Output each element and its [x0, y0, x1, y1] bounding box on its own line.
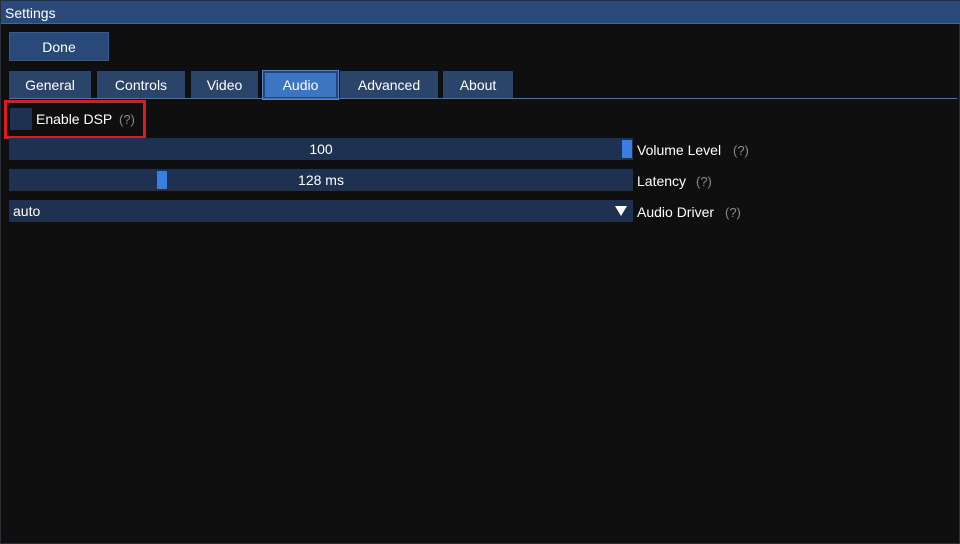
- enable-dsp-checkbox[interactable]: [10, 108, 32, 130]
- volume-level-label: Volume Level: [637, 142, 722, 158]
- volume-level-slider[interactable]: 100: [9, 138, 633, 160]
- tab-general[interactable]: General: [9, 71, 91, 99]
- audio-driver-dropdown[interactable]: auto: [9, 200, 633, 222]
- tab-advanced[interactable]: Advanced: [340, 71, 438, 99]
- audio-driver-value: auto: [13, 203, 41, 219]
- latency-slider[interactable]: 128 ms: [9, 169, 633, 191]
- latency-help[interactable]: (?): [696, 174, 712, 189]
- tab-about[interactable]: About: [443, 71, 513, 99]
- audio-driver-label: Audio Driver: [637, 204, 715, 220]
- volume-level-help[interactable]: (?): [733, 143, 749, 158]
- enable-dsp-label: Enable DSP: [36, 111, 113, 127]
- title-bar: Settings: [1, 1, 960, 24]
- latency-value: 128 ms: [298, 172, 344, 188]
- tab-bar: General Controls Video Audio Advanced Ab…: [1, 70, 960, 100]
- tab-video[interactable]: Video: [191, 71, 258, 99]
- latency-label: Latency: [637, 173, 687, 189]
- done-button[interactable]: Done: [9, 32, 109, 61]
- chevron-down-icon[interactable]: [613, 203, 629, 219]
- tab-controls[interactable]: Controls: [97, 71, 185, 99]
- volume-level-value: 100: [309, 141, 333, 157]
- tab-audio[interactable]: Audio: [262, 70, 339, 100]
- tab-divider: [9, 98, 957, 99]
- audio-driver-help[interactable]: (?): [725, 205, 741, 220]
- enable-dsp-help[interactable]: (?): [119, 112, 135, 127]
- settings-window: Settings Done General Controls Video Aud…: [0, 0, 960, 544]
- latency-slider-thumb[interactable]: [157, 171, 167, 189]
- window-title: Settings: [5, 5, 56, 21]
- volume-slider-thumb[interactable]: [622, 140, 632, 158]
